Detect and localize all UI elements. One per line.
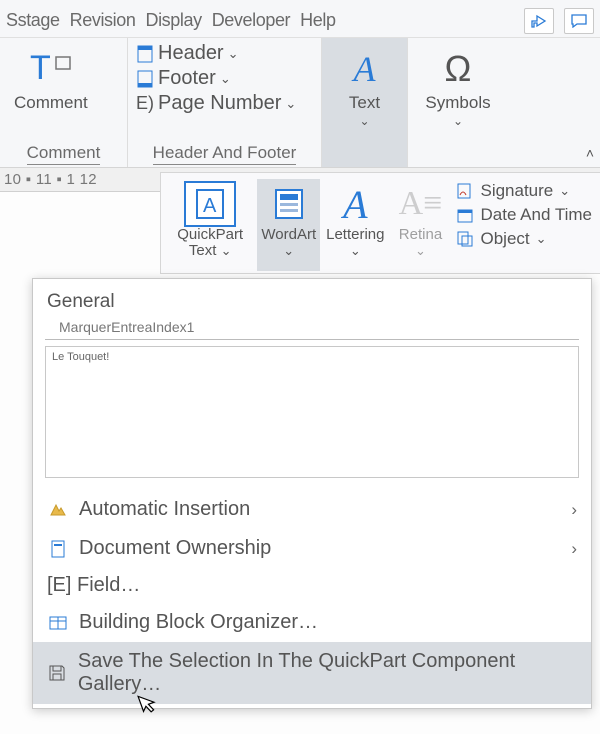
save-selection-menuitem[interactable]: Save The Selection In The QuickPart Comp… — [33, 642, 591, 704]
calendar-icon — [456, 207, 474, 223]
object-icon — [456, 231, 474, 247]
chevron-down-icon: ⌄ — [220, 71, 231, 87]
footer-label: Footer — [158, 67, 216, 90]
share-button[interactable] — [524, 8, 554, 34]
wordart-label: WordArt⌄ — [261, 227, 316, 259]
footer-button[interactable]: Footer ⌄ — [136, 67, 296, 90]
signature-icon — [456, 183, 474, 199]
menu-help[interactable]: Help — [296, 8, 339, 33]
collapse-ribbon-button[interactable]: ˄ — [586, 145, 594, 161]
object-button[interactable]: Object ⌄ — [456, 229, 592, 249]
object-label: Object — [480, 229, 529, 249]
svg-text:A: A — [203, 195, 217, 217]
building-block-organizer-label: Building Block Organizer… — [79, 611, 318, 634]
lettering-icon: A — [329, 181, 381, 227]
menu-bar-right — [524, 8, 594, 34]
comment-button[interactable]: T Comment — [8, 42, 94, 116]
panel-preview-box[interactable]: Le Touquet! — [45, 346, 579, 478]
date-time-button[interactable]: Date And Time — [456, 205, 592, 225]
wordart-icon — [263, 181, 315, 227]
chevron-right-icon: › — [571, 500, 577, 520]
page-number-button[interactable]: E) Page Number ⌄ — [136, 92, 296, 115]
signature-button[interactable]: Signature ⌄ — [456, 181, 592, 201]
text-tools-popout: A QuickPart Text ⌄ WordArt⌄ A Lettering⌄… — [160, 172, 600, 274]
share-icon — [531, 14, 547, 28]
comment-icon: T — [28, 46, 74, 92]
comment-bubble-button[interactable] — [564, 8, 594, 34]
quickpart-icon: A — [184, 181, 236, 227]
retina-button[interactable]: A≡ Retina⌄ — [390, 179, 450, 271]
menu-display[interactable]: Display — [141, 8, 205, 33]
comment-group-label: Comment — [8, 141, 119, 165]
quickpart-dropdown-panel: General MarquerEntreaIndex1 Le Touquet! … — [32, 278, 592, 709]
omega-icon: Ω — [445, 46, 472, 92]
text-a-icon: A — [354, 46, 376, 92]
panel-entry-name[interactable]: MarquerEntreaIndex1 — [45, 319, 579, 340]
page-number-label: Page Number — [158, 92, 281, 115]
menu-revision[interactable]: Revision — [66, 8, 140, 33]
menu-developer[interactable]: Developer — [208, 8, 294, 33]
footer-icon — [136, 70, 154, 88]
chevron-right-icon: › — [571, 539, 577, 559]
chevron-down-icon: ⌄ — [359, 114, 369, 128]
header-button[interactable]: Header ⌄ — [136, 42, 296, 65]
quickpart-button[interactable]: A QuickPart Text ⌄ — [165, 179, 255, 271]
panel-section-general: General — [33, 279, 591, 319]
lettering-button[interactable]: A Lettering⌄ — [322, 179, 388, 271]
ribbon: T Comment Comment Header ⌄ — [0, 38, 600, 168]
svg-text:T: T — [30, 49, 51, 87]
field-menuitem[interactable]: [E] Field… — [33, 568, 591, 603]
organizer-icon — [47, 614, 69, 632]
chevron-down-icon: ⌄ — [536, 231, 547, 247]
lettering-label: Lettering⌄ — [326, 227, 384, 259]
save-selection-label: Save The Selection In The QuickPart Comp… — [78, 650, 577, 696]
header-label: Header — [158, 42, 224, 65]
symbols-button[interactable]: Ω Symbols ⌄ — [419, 42, 496, 132]
chevron-down-icon: ⌄ — [559, 183, 570, 199]
auto-insertion-label: Automatic Insertion — [79, 498, 250, 521]
document-ownership-menuitem[interactable]: Document Ownership › — [33, 529, 591, 568]
retina-icon: A≡ — [394, 181, 446, 227]
menu-sstage[interactable]: Sstage — [2, 8, 64, 33]
date-time-label: Date And Time — [480, 205, 592, 225]
document-ownership-label: Document Ownership — [79, 537, 271, 560]
symbols-label: Symbols — [425, 94, 490, 112]
speech-bubble-icon — [571, 14, 587, 28]
auto-insertion-menuitem[interactable]: Automatic Insertion › — [33, 490, 591, 529]
comment-label: Comment — [14, 94, 88, 112]
ribbon-group-text: A Text ⌄ — [322, 38, 408, 167]
save-icon — [47, 664, 68, 682]
menu-bar: Sstage Revision Display Developer Help — [0, 0, 600, 38]
header-footer-group-label: Header And Footer — [136, 141, 313, 165]
wordart-button[interactable]: WordArt⌄ — [257, 179, 320, 271]
auto-insert-icon — [47, 501, 69, 519]
chevron-down-icon: ⌄ — [285, 96, 296, 112]
page-number-prefix: E) — [136, 93, 154, 114]
header-icon — [136, 45, 154, 63]
quickpart-label: QuickPart Text ⌄ — [169, 227, 251, 259]
ribbon-group-header-footer: Header ⌄ Footer ⌄ E) Page Number ⌄ Heade… — [128, 38, 322, 167]
signature-label: Signature — [480, 181, 553, 201]
retina-label: Retina⌄ — [399, 227, 442, 259]
chevron-down-icon: ⌄ — [453, 114, 463, 128]
text-tools-right-column: Signature ⌄ Date And Time Object ⌄ — [452, 179, 596, 271]
menu-bar-left: Sstage Revision Display Developer Help — [2, 8, 524, 33]
chevron-down-icon: ⌄ — [228, 46, 239, 62]
text-label: Text — [349, 94, 380, 112]
ribbon-group-comment: T Comment Comment — [0, 38, 128, 167]
building-block-organizer-menuitem[interactable]: Building Block Organizer… — [33, 603, 591, 642]
doc-owner-icon — [47, 540, 69, 558]
text-button[interactable]: A Text ⌄ — [343, 42, 386, 132]
ribbon-group-symbols: Ω Symbols ⌄ — [408, 38, 508, 167]
